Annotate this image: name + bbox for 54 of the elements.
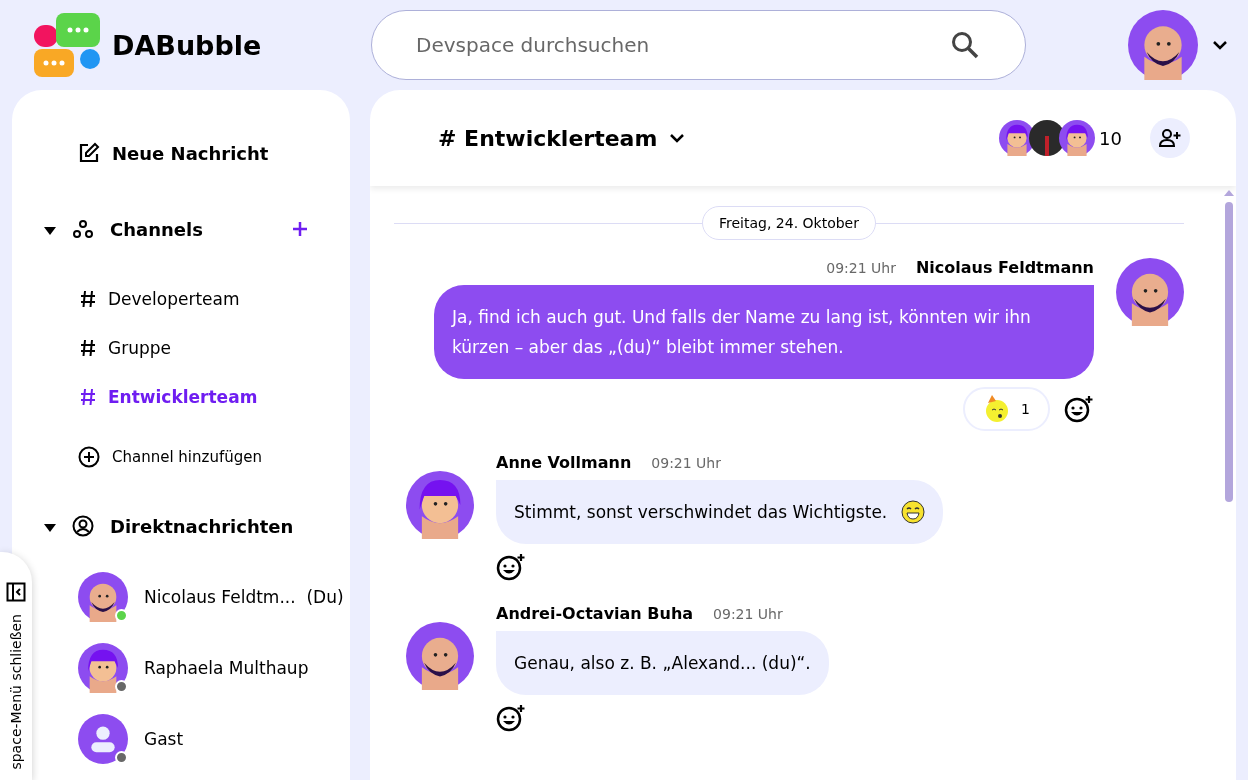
search-icon[interactable]: [950, 30, 980, 60]
message-time: 09:21 Uhr: [713, 606, 783, 622]
direct-message-item[interactable]: Gast: [78, 703, 350, 774]
add-reaction-icon[interactable]: [496, 703, 526, 733]
author-name: Andrei-Octavian Buha: [496, 604, 694, 623]
logo-icon: [34, 13, 100, 77]
collapse-caret-icon: [44, 523, 56, 532]
hash-icon: [80, 338, 96, 357]
app-logo-text: DABubble: [112, 29, 262, 61]
hash-icon: [80, 387, 96, 406]
plus-circle-icon: [78, 446, 100, 468]
new-message-button[interactable]: Neue Nachricht: [78, 128, 350, 178]
reaction-chip[interactable]: 1: [963, 387, 1050, 431]
grin-emoji-icon: [901, 500, 926, 524]
avatar-icon: [1059, 120, 1096, 156]
add-icon[interactable]: [292, 221, 308, 237]
person-add-icon: [1158, 128, 1182, 148]
avatar-icon: [78, 713, 128, 764]
channels-icon: [72, 219, 94, 239]
direct-messages-heading[interactable]: Direktnachrichten: [110, 515, 294, 537]
direct-message-item[interactable]: Nicolaus Feldtm... (Du): [78, 561, 350, 632]
hash-icon: [80, 289, 96, 308]
direct-message-item[interactable]: Raphaela Multhaup: [78, 632, 350, 703]
message-time: 09:21 Uhr: [826, 260, 896, 276]
author-name: Nicolaus Feldtmann: [915, 258, 1094, 277]
avatar-icon: [78, 642, 128, 693]
avatar-icon: [1128, 10, 1198, 80]
chevron-down-icon[interactable]: [1212, 40, 1228, 50]
collapse-caret-icon: [44, 226, 56, 235]
members-button[interactable]: 10: [999, 120, 1150, 156]
channel-item[interactable]: Developerteam: [78, 274, 350, 323]
channel-title-button[interactable]: # Entwicklerteam: [438, 125, 686, 151]
message-bubble: Ja, find ich auch gut. Und falls der Name zu lang ist, könnten wir ihn kürzen – aber das „(du)“ bleibt immer stehen.: [434, 285, 1094, 379]
workspace-menu-toggle[interactable]: space-Menü schließen: [0, 552, 32, 780]
add-member-button[interactable]: [1150, 118, 1190, 158]
add-reaction-icon[interactable]: [496, 552, 526, 582]
add-channel-button[interactable]: Channel hinzufügen: [78, 429, 350, 485]
channel-item[interactable]: Entwicklerteam: [78, 372, 350, 421]
sidebar-collapse-icon: [6, 582, 26, 602]
message-bubble: Genau, also z. B. „Alexand... (du)“.: [496, 631, 829, 695]
avatar-icon: [406, 622, 474, 690]
edit-icon: [78, 142, 100, 164]
author-name: Anne Vollmann: [496, 453, 632, 472]
avatar-icon: [406, 471, 474, 539]
channels-heading[interactable]: Channels: [110, 218, 203, 240]
message-time: 09:21 Uhr: [651, 455, 721, 471]
avatar-icon: [1116, 258, 1184, 326]
avatar-icon: [78, 571, 128, 622]
search-field[interactable]: Devspace durchsuchen: [371, 10, 1026, 80]
channel-item[interactable]: Gruppe: [78, 323, 350, 372]
chevron-down-icon: [669, 133, 686, 143]
account-circle-icon: [72, 515, 94, 537]
add-reaction-icon[interactable]: [1064, 394, 1094, 424]
message-bubble: Stimmt, sonst verschwindet das Wichtigste.: [496, 480, 944, 544]
